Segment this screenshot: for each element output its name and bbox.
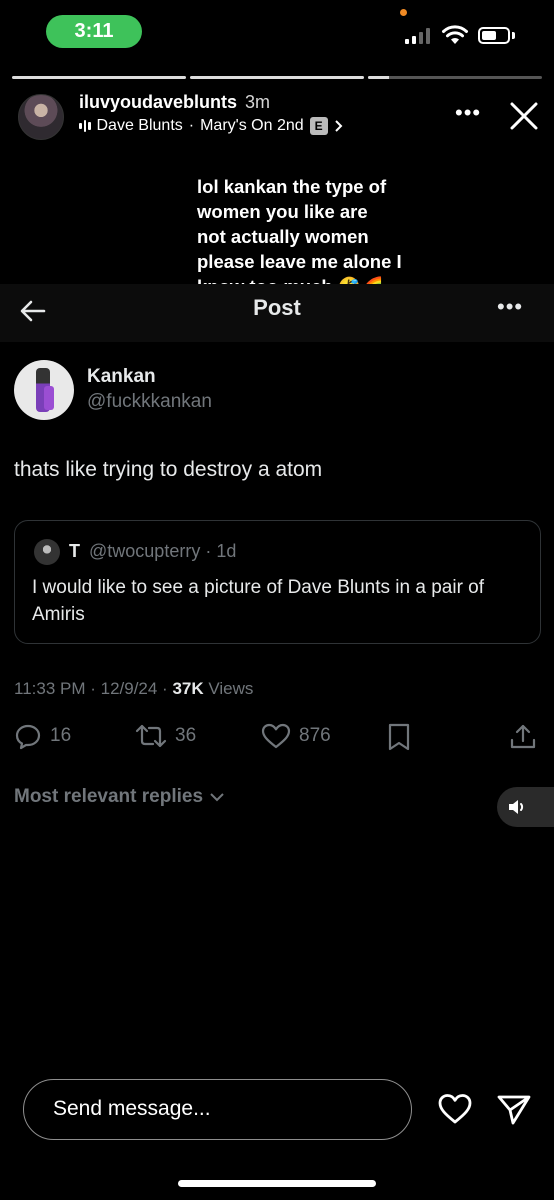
replies-filter-dropdown[interactable]: Most relevant replies <box>14 786 225 808</box>
status-time: 3:11 <box>46 15 142 48</box>
avatar-figure <box>44 386 54 410</box>
author-avatar[interactable] <box>14 360 74 420</box>
progress-fill <box>190 76 364 79</box>
author-handle[interactable]: @fuckkkankan <box>87 391 212 413</box>
quote-age: · 1d <box>205 541 237 561</box>
story-progress <box>12 76 542 79</box>
author-name[interactable]: Kankan <box>87 366 156 388</box>
caption-line: not actually women <box>197 226 369 247</box>
cellular-signal-icon <box>405 27 430 44</box>
post-text: thats like trying to destroy a atom <box>14 458 323 481</box>
chevron-down-icon <box>210 793 224 802</box>
story-progress-segment <box>368 76 542 79</box>
speaker-icon <box>509 800 524 814</box>
music-artist: Dave Blunts <box>96 117 183 134</box>
story-header: iluvyoudaveblunts 3m Dave Blunts · Mary's… <box>0 86 554 146</box>
share-button[interactable] <box>509 722 537 752</box>
quote-handle: @twocupterry <box>89 541 201 561</box>
repost-count: 36 <box>175 725 197 746</box>
quoted-post[interactable]: T @twocupterry · 1d I would like to see … <box>14 520 541 644</box>
privacy-indicator-icon <box>400 9 407 16</box>
send-message-input[interactable]: Send message... <box>23 1079 412 1140</box>
caption-line: lol kankan the type of <box>197 176 387 197</box>
progress-fill <box>12 76 186 79</box>
reply-button[interactable]: 16 <box>14 722 71 750</box>
post-header-bar: Post ••• <box>0 284 554 342</box>
heart-icon[interactable] <box>437 1092 473 1126</box>
sound-toggle-button[interactable] <box>497 787 554 827</box>
more-horizontal-icon[interactable]: ••• <box>497 294 523 320</box>
quote-header: T @twocupterry · 1d <box>69 541 236 562</box>
quote-text: I would like to see a picture of Dave Bl… <box>32 577 485 625</box>
caption-line: please leave me alone I <box>197 251 402 272</box>
repost-button[interactable]: 36 <box>135 722 196 750</box>
repost-icon <box>135 724 167 748</box>
caption-line: women you like are <box>197 201 368 222</box>
battery-tip <box>512 32 515 39</box>
battery-icon <box>478 27 510 44</box>
heart-icon <box>261 723 291 749</box>
post-title: Post <box>253 295 301 320</box>
bookmark-icon <box>388 723 410 751</box>
send-icon[interactable] <box>496 1092 532 1126</box>
music-equalizer-icon <box>79 119 91 133</box>
story-age: 3m <box>245 92 271 112</box>
story-avatar[interactable] <box>18 94 64 140</box>
music-separator: · <box>188 117 195 134</box>
quote-name: T <box>69 541 80 561</box>
like-count: 876 <box>299 725 331 746</box>
music-track: Mary's On 2nd <box>200 117 304 134</box>
reply-icon <box>15 724 41 750</box>
post-timestamp: 11:33 PM · 12/9/24 · <box>14 679 173 698</box>
back-arrow-icon[interactable] <box>18 296 48 326</box>
wifi-icon <box>442 25 468 44</box>
home-indicator <box>178 1180 376 1187</box>
post-actions: 16 36 876 <box>0 722 554 758</box>
close-icon[interactable] <box>508 100 540 132</box>
views-label: Views <box>203 679 254 698</box>
post-meta: 11:33 PM · 12/9/24 · 37K Views <box>14 679 253 699</box>
share-icon <box>510 724 536 749</box>
progress-fill <box>368 76 389 79</box>
quote-avatar <box>34 539 60 565</box>
story-progress-segment <box>12 76 186 79</box>
views-count: 37K <box>172 679 204 698</box>
bookmark-button[interactable] <box>386 722 412 752</box>
reply-count: 16 <box>50 725 72 746</box>
story-progress-segment <box>190 76 364 79</box>
story-music-row[interactable]: Dave Blunts · Mary's On 2nd E <box>79 117 344 135</box>
story-username-row[interactable]: iluvyoudaveblunts 3m <box>79 92 270 113</box>
explicit-icon: E <box>309 117 328 135</box>
more-horizontal-icon[interactable]: ••• <box>455 100 481 126</box>
chevron-right-icon <box>334 120 343 132</box>
story-username[interactable]: iluvyoudaveblunts <box>79 92 237 112</box>
status-bar: 3:11 <box>0 0 554 66</box>
like-button[interactable]: 876 <box>261 722 331 750</box>
replies-filter-label: Most relevant replies <box>14 786 204 807</box>
story-caption: lol kankan the type of women you like ar… <box>197 174 437 299</box>
